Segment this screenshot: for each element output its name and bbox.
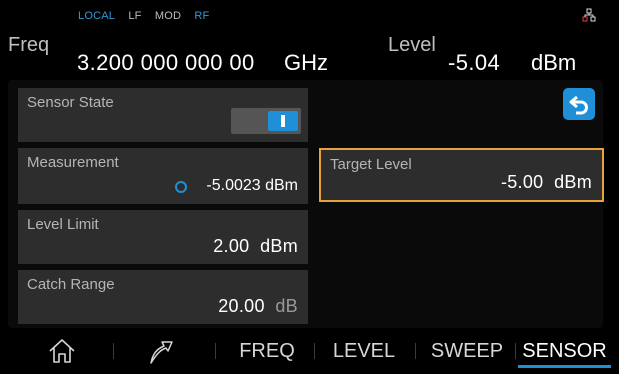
status-indicators: LOCAL LF MOD RF — [78, 10, 219, 22]
measurement-label: Measurement — [27, 154, 119, 171]
nav-tab-level[interactable]: LEVEL — [319, 334, 409, 368]
target-level-value: -5.00 — [500, 172, 544, 192]
level-unit: dBm — [531, 50, 577, 75]
status-lf: LF — [128, 10, 142, 22]
target-level-unit: dBm — [554, 172, 592, 192]
level-label: Level — [388, 34, 436, 56]
measurement-tile: Measurement -5.0023 dBm — [18, 148, 308, 204]
sensor-state-label: Sensor State — [27, 94, 114, 111]
level-limit-value-group: 2.00 dBm — [213, 236, 298, 257]
nav-separator — [314, 343, 315, 359]
measurement-radio-indicator — [175, 181, 187, 193]
target-level-value-group: -5.00 dBm — [501, 172, 592, 193]
back-button[interactable] — [563, 88, 595, 120]
active-tab-indicator — [518, 365, 611, 368]
network-icon — [582, 8, 596, 22]
catch-range-label: Catch Range — [27, 276, 115, 293]
nav-separator — [515, 343, 516, 359]
target-level-tile[interactable]: Target Level -5.00 dBm — [319, 148, 604, 202]
level-limit-value: 2.00 — [213, 236, 250, 256]
home-icon — [49, 339, 75, 363]
arrow-icon — [150, 341, 173, 364]
freq-value[interactable]: 3.200 000 000 00 — [77, 50, 255, 76]
freq-unit: GHz — [284, 50, 328, 75]
nav-separator — [415, 343, 416, 359]
status-local: LOCAL — [78, 10, 116, 22]
status-mod: MOD — [154, 10, 182, 22]
nav-tab-sensor-label: SENSOR — [522, 340, 607, 362]
level-limit-label: Level Limit — [27, 216, 99, 233]
catch-range-value: 20.00 — [218, 296, 265, 316]
target-level-label: Target Level — [330, 156, 412, 173]
sensor-state-tile[interactable]: Sensor State — [18, 88, 308, 142]
nav-separator — [215, 343, 216, 359]
nav-tab-sweep[interactable]: SWEEP — [421, 334, 513, 368]
bottom-nav: FREQ LEVEL SWEEP SENSOR — [8, 334, 611, 368]
catch-range-unit: dB — [275, 296, 298, 316]
nav-tab-sensor[interactable]: SENSOR — [518, 334, 611, 368]
catch-range-tile[interactable]: Catch Range 20.00 dB — [18, 270, 308, 324]
measurement-value: -5.0023 dBm — [206, 177, 298, 194]
toggle-knob — [268, 111, 298, 131]
nav-tab-freq[interactable]: FREQ — [222, 334, 312, 368]
sensor-state-toggle[interactable] — [231, 108, 301, 134]
nav-separator — [113, 343, 114, 359]
home-button[interactable] — [36, 334, 88, 368]
level-value[interactable]: -5.04 — [448, 50, 500, 76]
level-limit-unit: dBm — [260, 236, 298, 256]
status-rf: RF — [194, 10, 210, 22]
shortcut-button[interactable] — [136, 334, 186, 368]
back-arrow-icon — [569, 95, 588, 115]
freq-label: Freq — [8, 34, 50, 56]
level-limit-tile[interactable]: Level Limit 2.00 dBm — [18, 210, 308, 264]
catch-range-value-group: 20.00 dB — [218, 296, 298, 317]
